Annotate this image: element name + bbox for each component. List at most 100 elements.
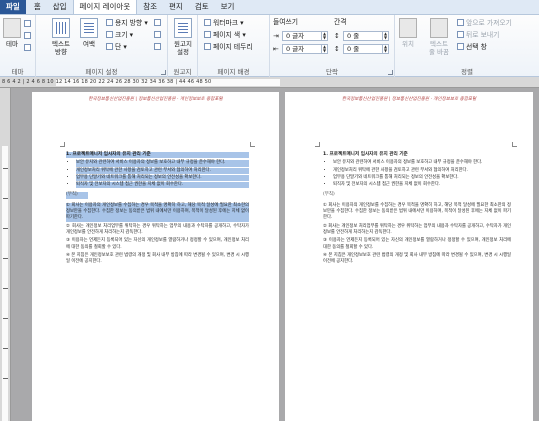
- indent-left-spinner[interactable]: ▲ ▼: [321, 32, 327, 40]
- page-color-button[interactable]: 페이지 색 ▾: [204, 30, 246, 40]
- tab-mailings[interactable]: 편지: [163, 0, 189, 14]
- theme-colors-icon: [24, 20, 31, 27]
- indent-right-spinner[interactable]: ▲ ▼: [321, 45, 327, 53]
- paragraph: ① 회사는 이용자의 개인정보를 수집하는 경우 목적을 명확히 하고, 해당 …: [66, 202, 249, 222]
- horizontal-ruler[interactable]: 8 6 4 2 | 2 4 6 8 10 12 14 16 18 20 22 2…: [0, 77, 539, 88]
- send-backward-button[interactable]: 뒤로 보내기: [457, 30, 499, 40]
- list-item: 업무용 단말기와 네트워크를 통해 처리되는 정보의 안전성을 확보한다.: [76, 174, 249, 182]
- columns-button[interactable]: 단 ▾: [106, 42, 127, 52]
- manuscript-label: 원고지 설정: [174, 40, 192, 56]
- spacing-after-spinner[interactable]: ▲ ▼: [382, 45, 388, 53]
- list-item: 개인정보처리 위탁에 관한 사항을 검토하고 관련 부서와 협의하여 처리한다.: [333, 168, 511, 174]
- separator-text: (부칙): [66, 192, 88, 199]
- paragraph-dialog-launcher[interactable]: [388, 70, 393, 75]
- vruler-tick: [3, 348, 8, 349]
- paragraph: ② 회사는 개인정보 처리업무를 위탁하는 경우 위탁하는 업무의 내용과 수탁…: [66, 223, 249, 235]
- themes-icon: [3, 18, 21, 38]
- orientation-icon: [106, 19, 113, 26]
- page-borders-button[interactable]: 페이지 테두리: [204, 42, 253, 52]
- section-heading: 1. 프로젝트매니저 입사자의 유지 관리 기준: [66, 152, 249, 159]
- wrap-text-button[interactable]: 텍스트 줄 바꿈: [425, 18, 453, 56]
- theme-colors-button[interactable]: [24, 19, 33, 29]
- margins-button[interactable]: 여백: [78, 18, 100, 48]
- paragraph: ③ 이용자는 언제든지 등록되어 있는 자신의 개인정보를 열람하거나 정정할 …: [66, 238, 249, 250]
- tab-file[interactable]: 파일: [0, 0, 26, 14]
- spacing-before-value: 0 줄: [347, 32, 360, 40]
- wrap-text-label: 텍스트 줄 바꿈: [428, 40, 449, 56]
- themes-button-label: 테마: [6, 40, 18, 48]
- list-item: 퇴직자 및 전보자의 시스템 접근 권한을 지체 없이 회수한다.: [333, 182, 511, 188]
- group-arrange: 위치 텍스트 줄 바꿈 앞으로 가져오기 뒤로 보내기 선택 창 정렬: [395, 15, 539, 77]
- hyphenation-icon: [154, 43, 161, 50]
- theme-fonts-button[interactable]: [24, 31, 33, 41]
- watermark-label: 워터마크: [213, 19, 239, 27]
- ruler-numbers: 8 6 4 2 | 2 4 6 8 10 12 14 16 18 20 22 2…: [2, 79, 212, 85]
- group-theme-label: 테마: [11, 68, 24, 76]
- manuscript-settings-button[interactable]: 원고지 설정: [172, 18, 194, 56]
- tab-insert[interactable]: 삽입: [47, 0, 73, 14]
- size-button[interactable]: 크기 ▾: [106, 30, 133, 40]
- tab-page-layout[interactable]: 페이지 레이아웃: [72, 0, 138, 14]
- spacing-after-icon: ↕: [334, 45, 340, 53]
- size-label: 크기: [115, 31, 128, 39]
- group-paragraph-label: 단락: [326, 68, 338, 76]
- send-backward-label: 뒤로 보내기: [466, 31, 500, 39]
- indent-left-field[interactable]: 0 글자 ▲ ▼: [282, 31, 328, 41]
- line-numbers-icon: [154, 31, 161, 38]
- page-body[interactable]: 1. 프로젝트매니저 입사자의 유지 관리 기준 보안 유지와 관련하여 서비스…: [66, 152, 249, 421]
- line-numbers-button[interactable]: [154, 30, 163, 40]
- vertical-ruler[interactable]: [0, 88, 11, 421]
- orientation-button[interactable]: 용지 방향 ▾: [106, 18, 148, 28]
- list-item: 보안 유지와 관련하여 서비스 이용자의 정보를 보호하고 내부 규정을 준수해…: [333, 160, 511, 166]
- indent-left-value: 0 글자: [286, 32, 305, 40]
- vruler-tick: [3, 258, 8, 259]
- page-body[interactable]: 1. 프로젝트매니저 입사자의 유지 관리 기준 보안 유지와 관련하여 서비스…: [323, 152, 511, 421]
- bring-forward-button[interactable]: 앞으로 가져오기: [457, 18, 512, 28]
- bullet-list: 보안 유지와 관련하여 서비스 이용자의 정보를 보호하고 내부 규정을 준수해…: [323, 160, 511, 188]
- paragraph: ④ 본 지침은 개인정보보호 관련 법령의 개정 및 회사 내부 방침에 따라 …: [323, 252, 511, 265]
- group-page-background-label: 페이지 배경: [217, 68, 250, 76]
- vruler-tick: [3, 288, 8, 289]
- indent-right-value: 0 글자: [286, 45, 305, 53]
- columns-label: 단: [115, 43, 122, 51]
- selection-pane-button[interactable]: 선택 창: [457, 42, 487, 52]
- breaks-button[interactable]: [154, 18, 163, 28]
- themes-button[interactable]: 테마: [1, 18, 23, 48]
- theme-effects-button[interactable]: [24, 43, 33, 53]
- ribbon: 테마 테마 텍스트 방향 여백 용지 방향 ▾ 크기 ▾ 단 ▾ 페이지 설정 …: [0, 15, 539, 77]
- spacing-before-field[interactable]: 0 줄 ▲ ▼: [343, 31, 389, 41]
- document-page-right[interactable]: 한국정보통신산업진흥원 | 정보통신산업진흥원 · 개인정보보호 종합포털 1.…: [285, 92, 533, 421]
- manuscript-icon: [174, 18, 192, 38]
- page-color-icon: [204, 31, 211, 38]
- selection-pane-icon: [457, 43, 464, 50]
- spacing-heading: 간격: [334, 18, 347, 26]
- vruler-tick: [3, 378, 8, 379]
- text-direction-label: 텍스트 방향: [52, 40, 70, 56]
- tab-review[interactable]: 검토: [189, 0, 215, 14]
- tab-view[interactable]: 보기: [215, 0, 241, 14]
- list-item: 개인정보처리 위탁에 관한 사항을 검토하고 관련 부서와 협의하여 처리한다.: [76, 167, 249, 174]
- position-button[interactable]: 위치: [397, 18, 419, 48]
- spacing-before-spinner[interactable]: ▲ ▼: [382, 32, 388, 40]
- watermark-button[interactable]: 워터마크 ▾: [204, 18, 244, 28]
- document-page-left[interactable]: 한국정보통신산업진흥원 | 정보통신산업진흥원 · 개인정보보호 종합포털 1.…: [32, 92, 279, 421]
- spacing-before-icon: ↕: [334, 32, 340, 40]
- spacing-after-field[interactable]: 0 줄 ▲ ▼: [343, 44, 389, 54]
- tab-home[interactable]: 홈: [28, 0, 47, 14]
- vruler-tick: [3, 198, 8, 199]
- text-direction-button[interactable]: 텍스트 방향: [48, 18, 74, 56]
- size-icon: [106, 31, 113, 38]
- watermark-icon: [204, 19, 211, 26]
- page-setup-dialog-launcher[interactable]: [161, 70, 166, 75]
- group-manuscript-label: 원고지: [173, 68, 192, 76]
- text-direction-icon: [52, 18, 70, 38]
- tab-references[interactable]: 참조: [137, 0, 163, 14]
- margins-icon: [80, 18, 98, 38]
- indent-left-icon: ⇥: [273, 32, 279, 40]
- list-item: 보안 유지와 관련하여 서비스 이용자의 정보를 보호하고 내부 규정을 준수해…: [76, 160, 249, 167]
- hyphenation-button[interactable]: [154, 42, 163, 52]
- columns-icon: [106, 43, 113, 50]
- indent-heading: 들여쓰기: [273, 18, 299, 26]
- indent-right-field[interactable]: 0 글자 ▲ ▼: [282, 44, 328, 54]
- paragraph: ② 회사는 개인정보 처리업무를 위탁하는 경우 위탁하는 업무의 내용과 수탁…: [323, 223, 511, 235]
